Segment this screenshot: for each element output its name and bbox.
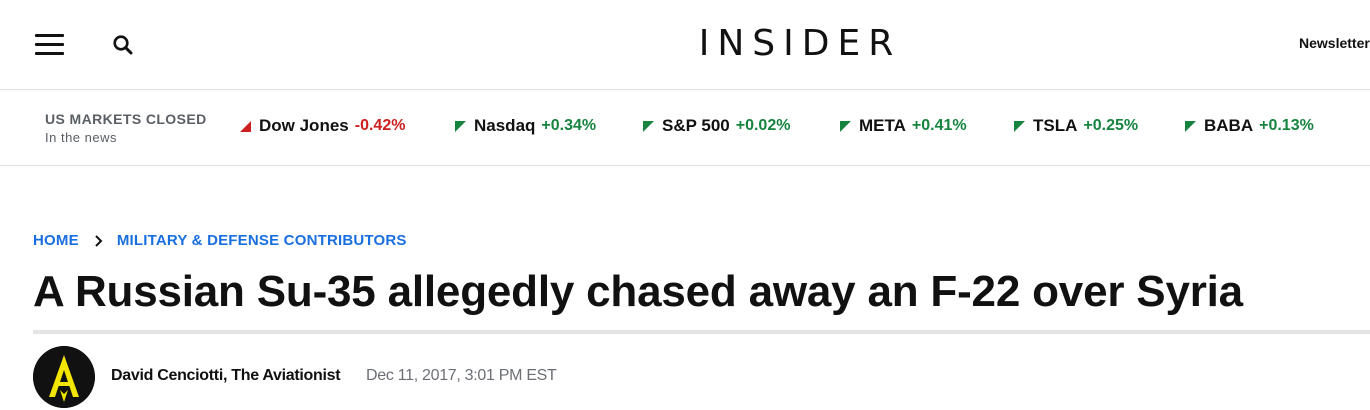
up-arrow-icon: [840, 120, 851, 132]
insider-logo[interactable]: INSIDER: [640, 21, 960, 67]
ticker-baba[interactable]: BABA +0.13%: [1185, 116, 1314, 136]
ticker-sp500[interactable]: S&P 500 +0.02%: [643, 116, 790, 136]
ticker-change: -0.42%: [354, 117, 406, 134]
ticker-name: Dow Jones: [259, 116, 349, 135]
ticker-tsla[interactable]: TSLA +0.25%: [1014, 116, 1138, 136]
headline-divider: [33, 330, 1370, 334]
ticker-dow-jones[interactable]: Dow Jones -0.42%: [240, 116, 405, 136]
up-arrow-icon: [643, 120, 654, 132]
ticker-name: Nasdaq: [474, 116, 536, 135]
ticker-name: TSLA: [1033, 116, 1078, 135]
ticker-change: +0.25%: [1083, 117, 1139, 134]
up-arrow-icon: [1014, 120, 1025, 132]
ticker-name: BABA: [1204, 116, 1254, 135]
up-arrow-icon: [455, 120, 466, 132]
down-arrow-icon: [240, 120, 251, 132]
ticker-change: +0.34%: [541, 117, 597, 134]
hamburger-menu-icon[interactable]: [35, 34, 64, 56]
aviationist-logo-icon: [33, 346, 95, 408]
breadcrumb-section-link[interactable]: MILITARY & DEFENSE CONTRIBUTORS: [117, 232, 407, 249]
ticker-name: META: [859, 116, 906, 135]
up-arrow-icon: [1185, 120, 1196, 132]
ticker-name: S&P 500: [662, 116, 730, 135]
article-headline: A Russian Su-35 allegedly chased away an…: [33, 267, 1243, 316]
publish-date: Dec 11, 2017, 3:01 PM EST: [366, 367, 557, 384]
search-icon[interactable]: [112, 34, 134, 56]
author-name[interactable]: David Cenciotti, The Aviationist: [111, 367, 341, 385]
breadcrumb-home-link[interactable]: HOME: [33, 232, 79, 249]
in-the-news-link[interactable]: In the news: [45, 130, 117, 145]
author-avatar[interactable]: [33, 346, 95, 408]
ticker-change: +0.13%: [1259, 117, 1314, 134]
ticker-change: +0.41%: [911, 117, 967, 134]
ticker-meta[interactable]: META +0.41%: [840, 116, 967, 136]
breadcrumb: HOME MILITARY & DEFENSE CONTRIBUTORS: [33, 232, 407, 249]
top-navigation-bar: INSIDER Newsletters: [0, 0, 1370, 90]
ticker-change: +0.02%: [735, 117, 791, 134]
chevron-right-icon: [95, 234, 103, 247]
market-status: US MARKETS CLOSED: [45, 111, 207, 127]
market-ticker-bar: US MARKETS CLOSED In the news Dow Jones …: [0, 90, 1370, 166]
ticker-nasdaq[interactable]: Nasdaq +0.34%: [455, 116, 596, 136]
newsletters-link[interactable]: Newsletters: [1299, 35, 1370, 51]
